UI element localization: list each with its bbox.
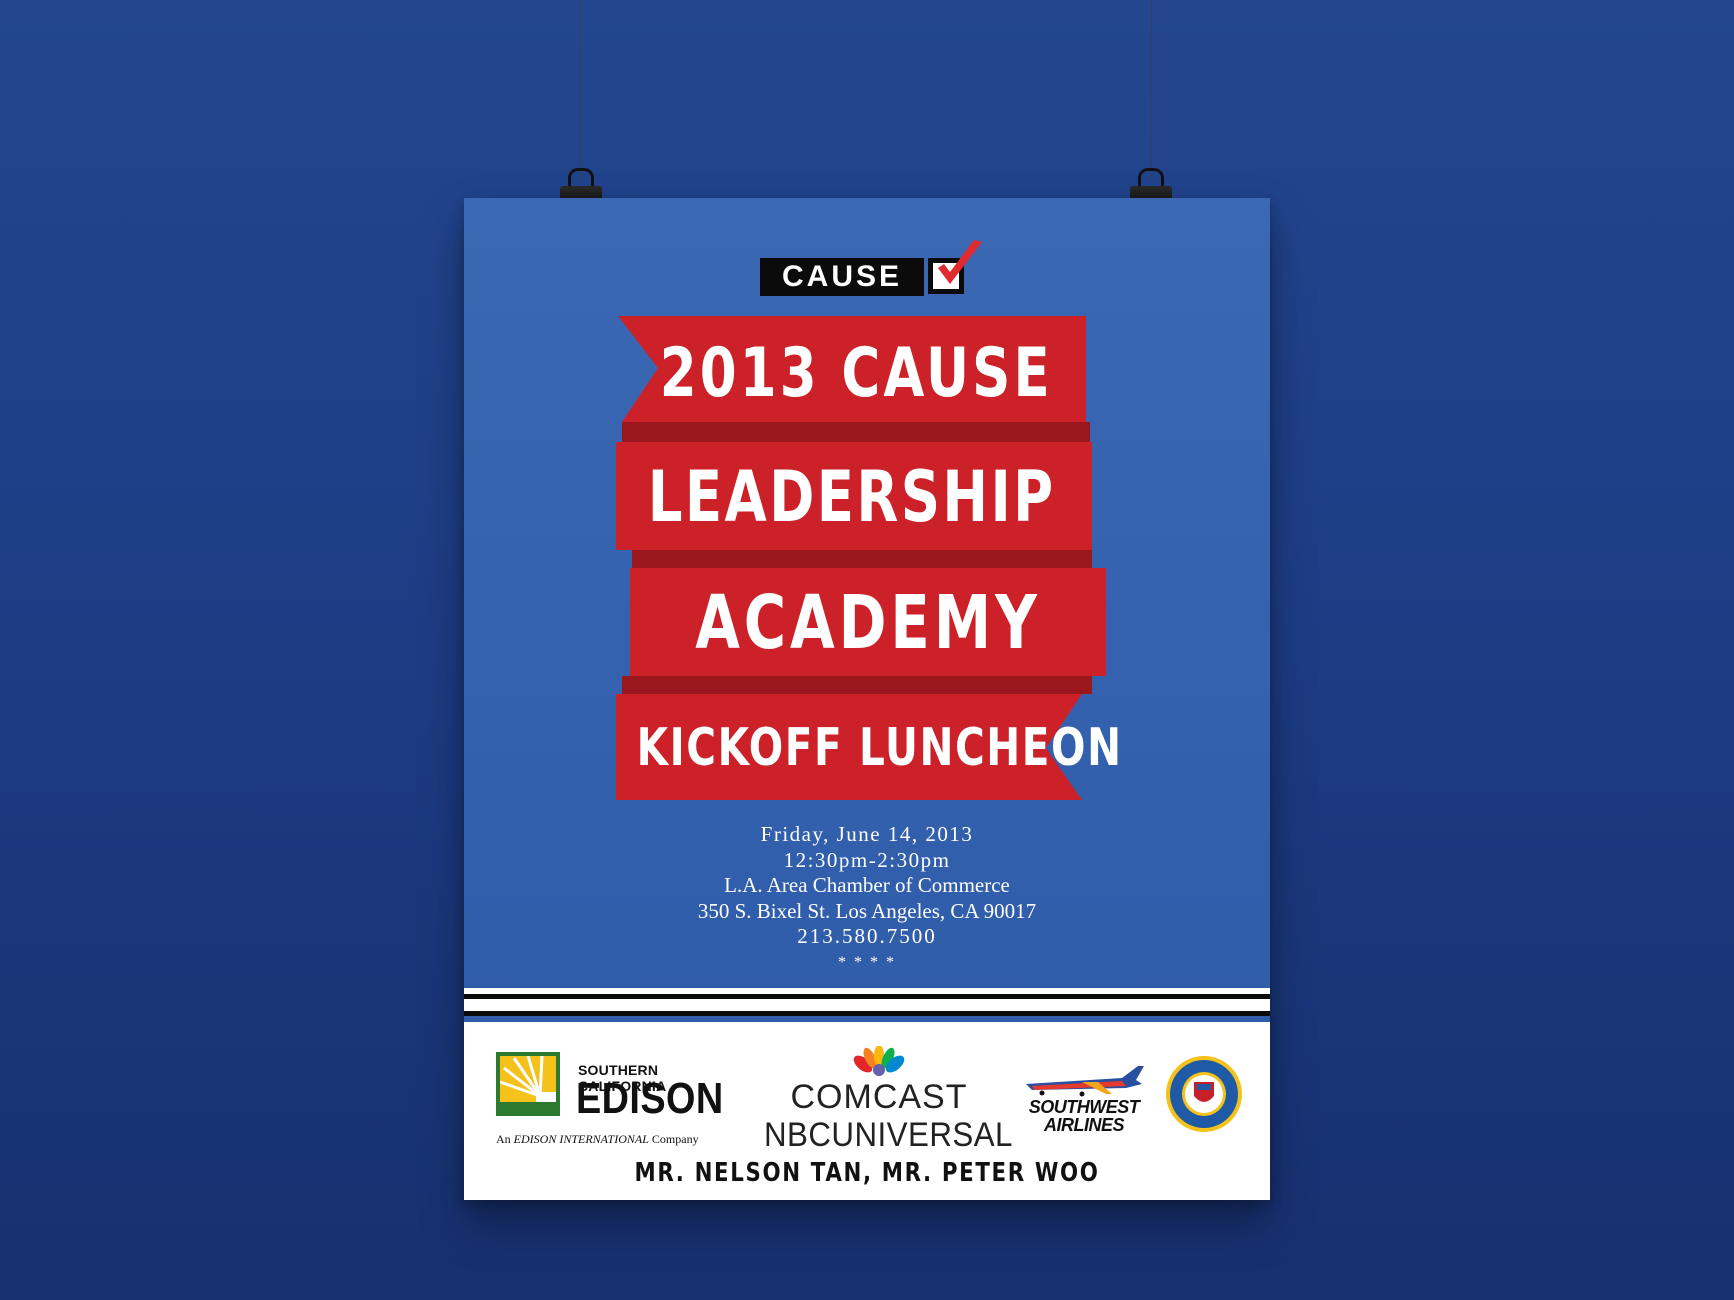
southwest-text: SOUTHWEST AIRLINES [1028, 1097, 1140, 1135]
sponsors-panel: SOUTHERN CALIFORNIA EDISON An EDISON INT… [464, 1022, 1270, 1200]
ribbon-fold-2 [632, 550, 1092, 568]
ribbon-1-text: 2013 CAUSE [659, 334, 1053, 413]
airplane-icon [1026, 1066, 1144, 1097]
hanging-wire-right [1151, 0, 1152, 180]
edison-line2: EDISON [576, 1074, 724, 1123]
ribbon-3: ACADEMY [630, 568, 1106, 676]
event-address: 350 S. Bixel St. Los Angeles, CA 90017 [697, 898, 1037, 923]
event-time: 12:30pm-2:30pm [783, 847, 951, 872]
comcast-line1: COMCAST [790, 1078, 968, 1116]
ribbon-fold-1 [622, 422, 1090, 442]
ribbon-2: LEADERSHIP [616, 442, 1092, 550]
ribbon-3-text: ACADEMY [695, 580, 1041, 666]
edison-logo: SOUTHERN CALIFORNIA EDISON An EDISON INT… [496, 1052, 736, 1148]
event-details: Friday, June 14, 2013 12:30pm-2:30pm L.A… [464, 822, 1270, 975]
poster: CAUSE 2013 CAUSE LEADERSHIP ACADEMY KICK… [464, 198, 1270, 1200]
ribbon-2-text: LEADERSHIP [647, 456, 1056, 538]
event-phone: 213.580.7500 [797, 924, 937, 948]
ribbon-1: 2013 CAUSE [618, 316, 1090, 434]
edison-line3: An EDISON INTERNATIONAL Company [496, 1132, 699, 1146]
honoree-names: MR. NELSON TAN, MR. PETER WOO [634, 1158, 1100, 1188]
ribbon-4-text: KICKOFF LUNCHEON [636, 718, 1123, 778]
ribbon-4: KICKOFF LUNCHEON [616, 694, 1123, 802]
checkmark-icon [938, 240, 982, 284]
southwest-logo: SOUTHWEST AIRLINES [1022, 1060, 1146, 1150]
divider-stripe-black-2 [464, 1011, 1270, 1016]
event-venue: L.A. Area Chamber of Commerce [724, 873, 1010, 897]
comcast-line2: NBCUNIVERSAL [764, 1116, 1013, 1154]
peacock-icon [853, 1046, 905, 1076]
event-date: Friday, June 14, 2013 [760, 822, 974, 846]
caca-seal-logo [1166, 1056, 1242, 1132]
ribbon-fold-3 [622, 676, 1092, 694]
divider-stripe-white-2 [464, 999, 1270, 1011]
event-ornament: * * * * [838, 953, 896, 971]
logo-text: CAUSE [781, 260, 902, 293]
sunburst-icon [496, 1052, 560, 1116]
comcast-logo: COMCAST NBCUNIVERSAL [754, 1046, 1013, 1156]
hanging-wire-left [580, 0, 581, 180]
cause-logo: CAUSE [760, 238, 986, 306]
